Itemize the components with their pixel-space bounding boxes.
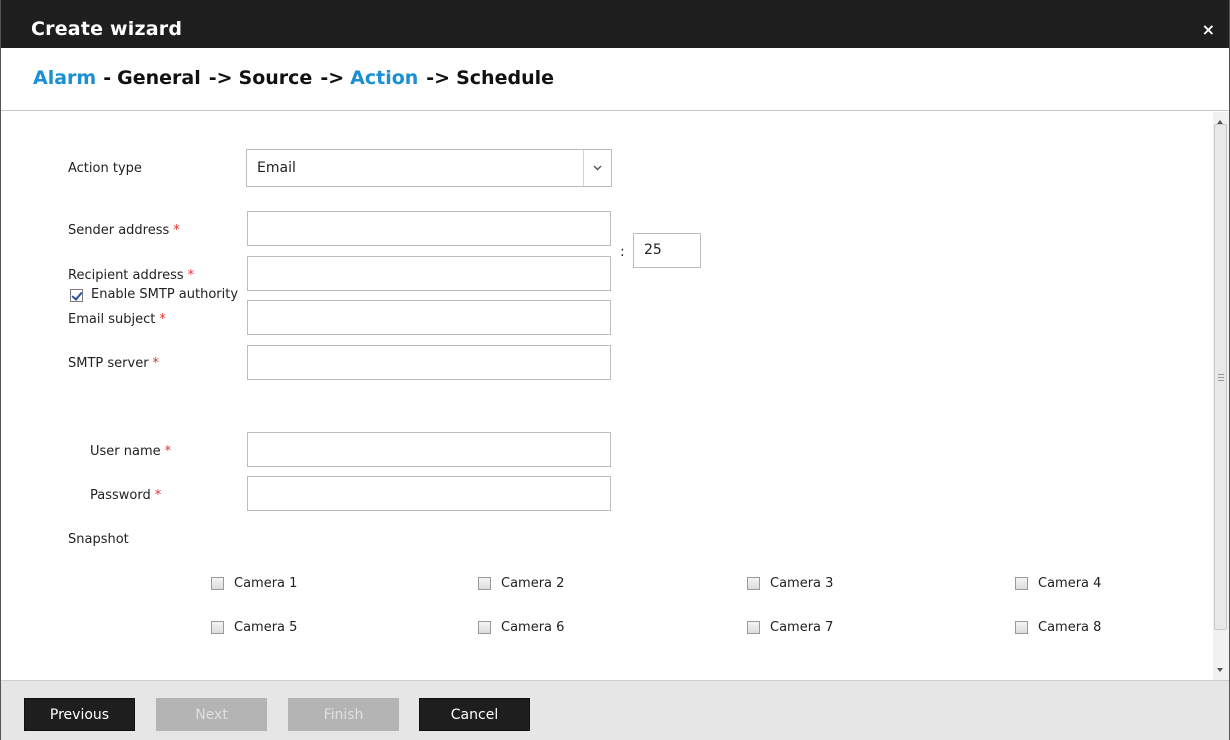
email-subject-field[interactable] [247,300,611,335]
chevron-down-icon[interactable] [583,150,611,186]
scrollbar-thumb[interactable] [1214,124,1227,630]
sender-address-label: Sender address * [68,223,180,238]
vertical-scrollbar[interactable] [1213,112,1229,680]
action-type-select[interactable]: Email [246,149,612,187]
step-schedule: Schedule [456,67,554,89]
required-marker: * [152,356,160,371]
camera-7-checkbox[interactable] [747,621,760,634]
camera-3-checkbox[interactable] [747,577,760,590]
previous-button[interactable]: Previous [24,698,135,731]
enable-smtp-authority-checkbox[interactable] [70,289,83,302]
grip-line [1218,380,1224,381]
camera-6-label: Camera 6 [501,620,565,635]
required-marker: * [154,488,162,503]
enable-smtp-authority-label: Enable SMTP authority [91,287,239,302]
next-button[interactable]: Next [156,698,267,731]
required-marker: * [164,444,172,459]
user-name-label: User name * [90,444,172,459]
step-source: Source [238,67,313,89]
port-separator: : [620,244,625,260]
camera-8-checkbox[interactable] [1015,621,1028,634]
step-separator: -> [426,67,451,89]
required-marker: * [173,223,180,238]
camera-2-label: Camera 2 [501,576,565,591]
step-action: Action [350,67,419,89]
action-type-label: Action type [68,161,142,176]
step-general: General [117,67,201,89]
camera-1-checkbox[interactable] [211,577,224,590]
wizard-footer: Previous Next Finish Cancel [1,680,1229,740]
camera-2-checkbox[interactable] [478,577,491,590]
close-icon[interactable]: × [1202,22,1215,38]
grip-line [1218,377,1224,378]
recipient-address-label: Recipient address * [68,268,195,283]
cancel-button[interactable]: Cancel [419,698,530,731]
scroll-down-icon[interactable] [1217,668,1223,672]
camera-1-label: Camera 1 [234,576,298,591]
camera-4-checkbox[interactable] [1015,577,1028,590]
password-field[interactable] [247,476,611,511]
camera-4-label: Camera 4 [1038,576,1102,591]
user-name-field[interactable] [247,432,611,467]
step-alarm: Alarm [33,67,97,89]
smtp-server-field[interactable] [247,345,611,380]
camera-3-label: Camera 3 [770,576,834,591]
password-label: Password * [90,488,162,503]
email-subject-label: Email subject * [68,312,166,327]
camera-5-label: Camera 5 [234,620,298,635]
camera-8-label: Camera 8 [1038,620,1102,635]
finish-button[interactable]: Finish [288,698,399,731]
step-separator: - [103,67,112,89]
camera-5-checkbox[interactable] [211,621,224,634]
title-bar: Create wizard × [1,0,1229,48]
recipient-address-field[interactable] [247,256,611,291]
step-separator: -> [320,67,345,89]
required-marker: * [187,268,195,283]
step-separator: -> [208,67,233,89]
wizard-content: Action type Email Sender address * Recipi… [1,112,1213,680]
action-type-value: Email [257,160,296,176]
sender-address-field[interactable] [247,211,611,246]
camera-7-label: Camera 7 [770,620,834,635]
create-wizard-dialog: Create wizard × Alarm - General -> Source -> A… [0,0,1230,740]
camera-6-checkbox[interactable] [478,621,491,634]
dialog-title: Create wizard [31,18,183,40]
smtp-server-label: SMTP server * [68,356,160,371]
snapshot-label: Snapshot [68,532,129,547]
wizard-breadcrumb: Alarm - General -> Source -> Action -> Schedule [1,48,1229,111]
smtp-port-field[interactable]: 25 [633,233,701,268]
grip-line [1218,374,1224,375]
required-marker: * [159,312,166,327]
